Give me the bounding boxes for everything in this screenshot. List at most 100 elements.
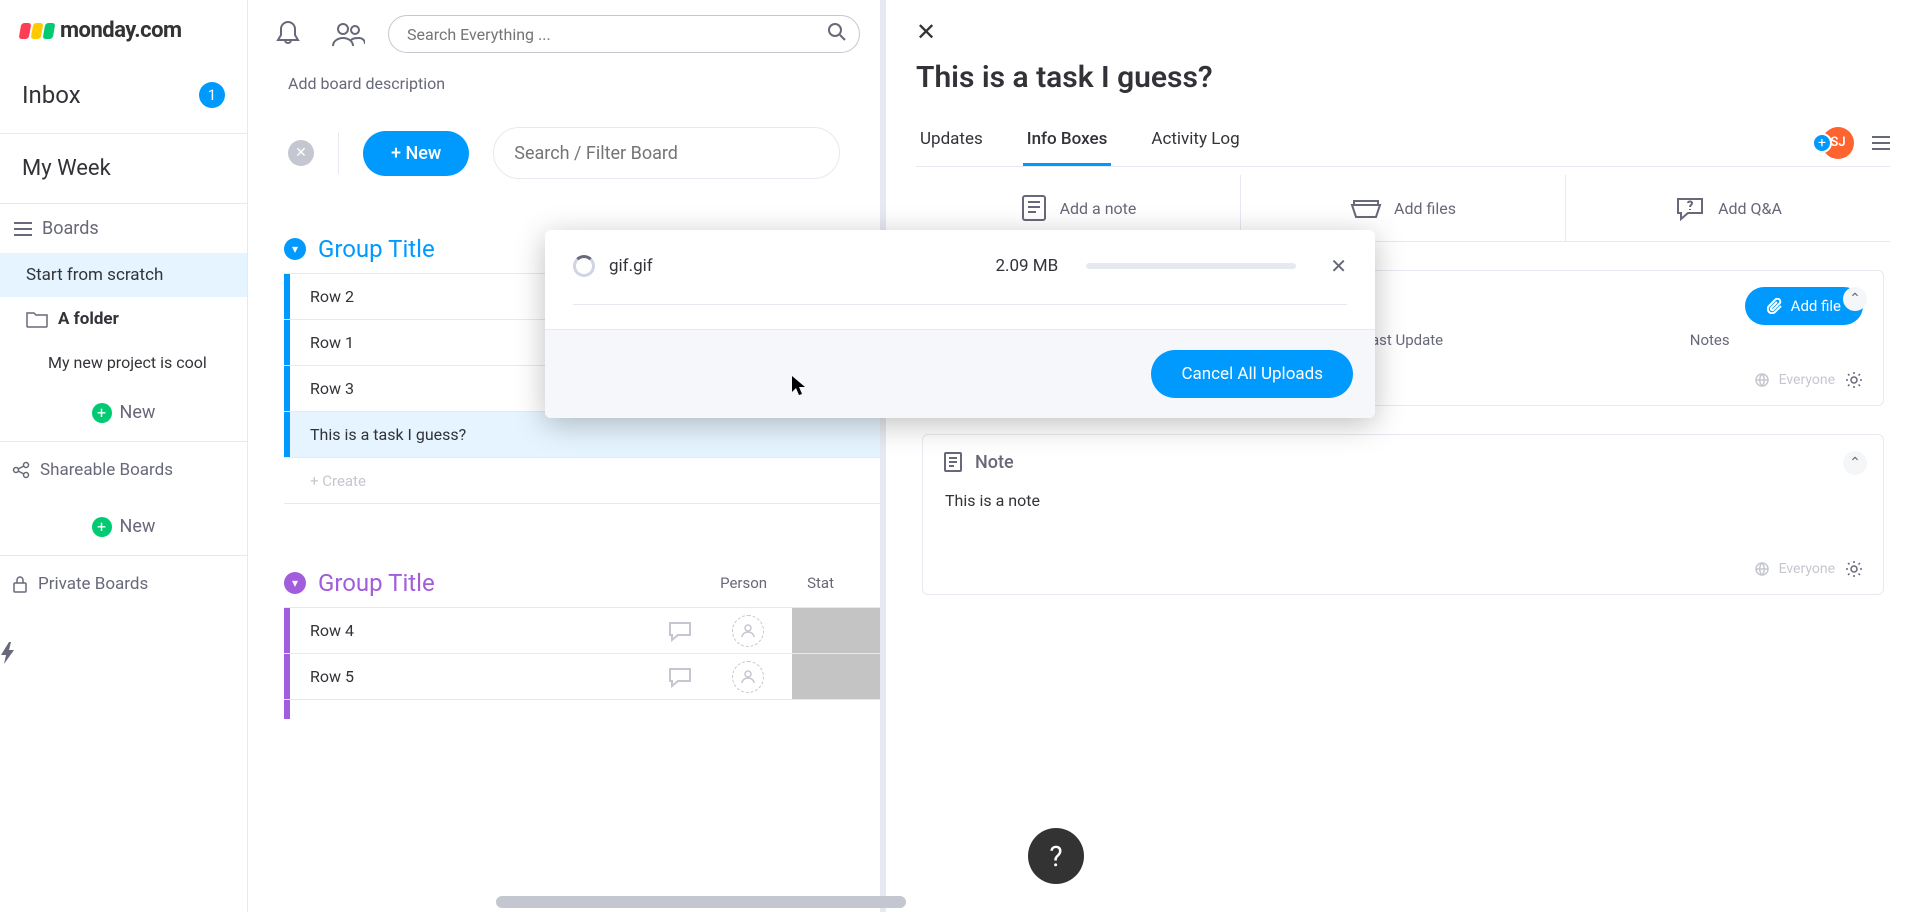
group-collapse-toggle[interactable]: ▾ (284, 238, 306, 260)
sidebar-item-start-from-scratch[interactable]: Start from scratch (0, 253, 247, 297)
horizontal-scrollbar[interactable] (496, 896, 906, 908)
upload-filesize: 2.09 MB (995, 256, 1058, 276)
hamburger-icon (14, 222, 32, 236)
board-filter-input[interactable] (493, 127, 840, 179)
avatar-empty-icon (732, 661, 764, 693)
visibility-label[interactable]: Everyone (1779, 372, 1835, 388)
globe-icon (1755, 373, 1769, 387)
global-search[interactable] (388, 15, 860, 53)
paperclip-icon (1767, 298, 1783, 314)
sidebar-boards-section[interactable]: Boards (0, 204, 247, 253)
add-board-label: New (120, 402, 156, 423)
qa-icon (1674, 195, 1706, 221)
chat-icon[interactable] (656, 619, 704, 643)
item-detail-panel: ✕ This is a task I guess? Updates Info B… (880, 0, 1920, 912)
visibility-label[interactable]: Everyone (1779, 561, 1835, 577)
private-label: Private Boards (38, 574, 148, 594)
row-name[interactable]: Row 5 (290, 667, 656, 686)
group-collapse-toggle[interactable]: ▾ (284, 572, 306, 594)
spinner-icon (573, 255, 595, 277)
inbox-badge: 1 (199, 82, 225, 108)
status-cell[interactable] (792, 654, 880, 699)
upload-progress (1086, 263, 1296, 269)
group-2: ▾ Group Title Person Stat Row 4 Row 5 (248, 569, 880, 719)
sidebar-add-board[interactable]: + New (0, 384, 247, 441)
folder-label: A folder (58, 309, 119, 329)
note-icon (943, 451, 963, 473)
upload-modal: gif.gif 2.09 MB ✕ Cancel All Uploads (545, 230, 1375, 418)
add-note-label: Add a note (1060, 199, 1137, 218)
board-description[interactable]: Add board description (248, 68, 880, 107)
add-row[interactable]: + Create (284, 457, 880, 503)
table-row[interactable]: Row 5 (284, 653, 880, 699)
note-text[interactable]: This is a note (943, 485, 1863, 540)
item-menu-icon[interactable] (1872, 136, 1890, 150)
sidebar-private-boards[interactable]: Private Boards (0, 556, 247, 612)
add-files-label: Add files (1394, 199, 1456, 218)
row-name[interactable]: Row 4 (290, 621, 656, 640)
folder-icon (26, 310, 48, 328)
logo-text: monday.com (60, 18, 182, 43)
table-row (284, 699, 880, 719)
sidebar-add-shareable[interactable]: + New (0, 498, 247, 555)
status-cell[interactable] (792, 608, 880, 653)
upload-filename: gif.gif (609, 256, 653, 276)
sidebar-my-week[interactable]: My Week (0, 134, 247, 204)
clear-filter-button[interactable]: ✕ (288, 140, 314, 166)
lock-icon (12, 575, 28, 593)
note-heading: Note (975, 452, 1014, 473)
group-title[interactable]: Group Title (318, 235, 435, 263)
shareable-label: Shareable Boards (40, 460, 173, 480)
column-status: Stat (807, 574, 834, 592)
add-qa-label: Add Q&A (1718, 199, 1782, 218)
tab-info-boxes[interactable]: Info Boxes (1023, 119, 1112, 166)
row-name[interactable]: This is a task I guess? (290, 425, 880, 444)
close-panel-button[interactable]: ✕ (916, 18, 936, 46)
sidebar-item-a-folder[interactable]: A folder (0, 297, 247, 341)
table-row[interactable]: Row 4 (284, 607, 880, 653)
logo[interactable]: monday.com (0, 0, 247, 57)
sidebar-item-my-new-project[interactable]: My new project is cool (0, 341, 247, 384)
sidebar-shareable-boards[interactable]: Shareable Boards (0, 442, 247, 498)
share-icon (12, 461, 30, 479)
globe-icon (1755, 562, 1769, 576)
plus-icon: + (92, 403, 112, 423)
tab-updates[interactable]: Updates (916, 119, 987, 166)
gear-icon[interactable] (1845, 560, 1863, 578)
logo-mark-icon (20, 23, 54, 39)
person-cell[interactable] (704, 615, 792, 647)
notifications-icon[interactable] (268, 14, 308, 54)
add-qa-action[interactable]: Add Q&A (1566, 175, 1890, 241)
person-cell[interactable] (704, 661, 792, 693)
note-card: ⌃ Note This is a note Everyone (922, 434, 1884, 595)
note-icon (1020, 193, 1048, 223)
group-title[interactable]: Group Title (318, 569, 435, 597)
gear-icon[interactable] (1845, 371, 1863, 389)
files-icon (1350, 195, 1382, 221)
collapse-card-button[interactable]: ⌃ (1843, 451, 1867, 475)
cancel-all-uploads-button[interactable]: Cancel All Uploads (1151, 350, 1353, 398)
upload-row: gif.gif 2.09 MB ✕ (573, 254, 1347, 278)
add-file-label: Add file (1791, 297, 1841, 315)
board-main: Add board description ✕ + New ▾ Group Ti… (248, 0, 880, 912)
bolt-icon[interactable] (0, 642, 247, 664)
add-shareable-label: New (120, 516, 156, 537)
search-icon (828, 23, 846, 41)
help-button[interactable]: ? (1028, 828, 1084, 884)
add-member-button[interactable]: + (1812, 133, 1832, 153)
new-item-button[interactable]: + New (363, 131, 469, 176)
divider (338, 132, 339, 174)
sidebar: monday.com Inbox 1 My Week Boards Start … (0, 0, 248, 912)
chat-icon[interactable] (656, 665, 704, 689)
inbox-label: Inbox (22, 81, 81, 109)
search-input[interactable] (388, 15, 860, 53)
cancel-upload-button[interactable]: ✕ (1330, 254, 1347, 278)
column-notes: Notes (1556, 331, 1863, 349)
column-person: Person (720, 574, 767, 592)
plus-icon: + (92, 517, 112, 537)
collapse-card-button[interactable]: ⌃ (1843, 287, 1867, 311)
people-icon[interactable] (328, 14, 368, 54)
sidebar-inbox[interactable]: Inbox 1 (0, 57, 247, 134)
tab-activity-log[interactable]: Activity Log (1147, 119, 1243, 166)
item-title[interactable]: This is a task I guess? (916, 60, 1890, 95)
